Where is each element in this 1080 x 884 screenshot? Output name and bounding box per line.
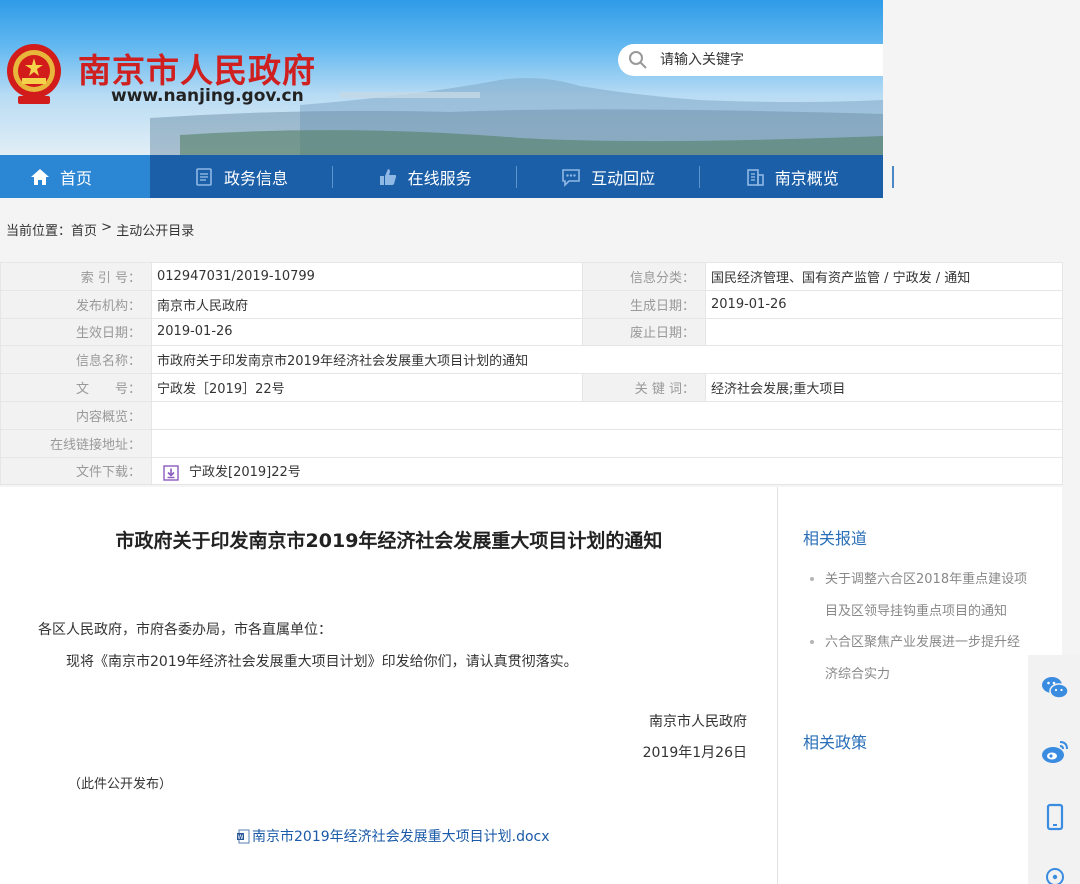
article-body: 现将《南京市2019年经济社会发展重大项目计划》印发给你们，请认真贯彻落实。 [66,654,578,670]
article-date: 2019年1月26日 [642,745,747,761]
created-date-label: 生成日期： [582,289,706,319]
word-doc-icon: W [237,829,250,843]
related-reports-heading[interactable]: 相关报道 [803,525,867,549]
nav-nanjing-overview[interactable]: 南京概览 [700,155,883,198]
related-reports-list: 关于调整六合区2018年重点建设项目及区领导挂钩重点项目的通知 六合区聚焦产业发… [807,564,1031,690]
download-link[interactable]: 宁政发[2019]22号 [189,465,301,480]
breadcrumb: 当前位置： 首页 > 主动公开目录 [6,220,194,239]
index-label: 索 引 号： [0,262,152,291]
nav-divider [892,166,894,188]
publisher-label: 发布机构： [0,289,152,319]
table-row: 生效日期： 2019-01-26 废止日期： [0,317,1063,347]
search-input[interactable] [660,52,870,68]
content-card: 市政府关于印发南京市2019年经济社会发展重大项目计划的通知 各区人民政府，市府… [0,487,1062,884]
online-link-value [151,428,1063,458]
mobile-icon[interactable] [1041,803,1069,831]
nav-label: 政务信息 [224,168,289,188]
article-greeting: 各区人民政府，市府各委办局，市各直属单位： [38,622,332,638]
national-emblem-icon [7,44,61,104]
document-info-table: 索 引 号： 012947031/2019-10799 信息分类： 国民经济管理… [0,262,1063,486]
nav-label: 南京概览 [774,168,839,188]
table-row: 文件下载： 宁政发[2019]22号 [0,456,1063,486]
download-label: 文件下载： [0,456,152,486]
keywords-value: 经济社会发展;重大项目 [705,373,1063,402]
weibo-icon[interactable] [1041,739,1069,765]
wechat-icon[interactable] [1041,675,1069,701]
breadcrumb-prefix: 当前位置： [6,224,72,239]
info-name-value: 市政府关于印发南京市2019年经济社会发展重大项目计划的通知 [151,345,1063,375]
download-icon[interactable] [163,465,179,481]
breadcrumb-separator: > [97,220,117,235]
site-url: www.nanjing.gov.cn [111,86,304,106]
index-value: 012947031/2019-10799 [151,262,583,291]
keywords-label: 关 键 词： [582,373,706,402]
site-title: 南京市人民政府 [78,51,316,90]
article-note: （此件公开发布） [68,777,173,792]
location-icon[interactable] [1041,865,1069,884]
table-row: 索 引 号： 012947031/2019-10799 信息分类： 国民经济管理… [0,262,1063,291]
home-icon [31,168,49,185]
nav-label: 首页 [60,168,93,188]
effective-date-label: 生效日期： [0,317,152,347]
nav-online-services[interactable]: 在线服务 [333,155,516,198]
doc-number-value: 宁政发［2019］22号 [151,373,583,402]
building-icon [746,168,764,186]
created-date-value: 2019-01-26 [705,289,1063,319]
online-link-label: 在线链接地址： [0,428,152,458]
attachment-name[interactable]: 南京市2019年经济社会发展重大项目计划.docx [252,826,550,846]
svg-text:W: W [238,834,244,841]
abolished-date-value [705,317,1063,347]
download-cell: 宁政发[2019]22号 [151,456,1063,486]
attachment-link[interactable]: W 南京市2019年经济社会发展重大项目计划.docx [236,826,550,846]
nav-interaction[interactable]: 互动回应 [517,155,700,198]
related-policy-heading[interactable]: 相关政策 [803,729,867,753]
search-icon[interactable] [628,50,648,70]
breadcrumb-current-link[interactable]: 主动公开目录 [116,220,194,239]
summary-label: 内容概览： [0,400,152,430]
list-item[interactable]: 六合区聚焦产业发展进一步提升经济综合实力 [807,627,1031,690]
table-row: 内容概览： [0,400,1063,430]
doc-number-label: 文 号： [0,373,152,402]
effective-date-value: 2019-01-26 [151,317,583,347]
nav-home[interactable]: 首页 [0,155,150,198]
table-row: 发布机构： 南京市人民政府 生成日期： 2019-01-26 [0,289,1063,319]
document-icon [196,167,212,186]
summary-value [151,400,1063,430]
site-banner: 南京市人民政府 www.nanjing.gov.cn [0,0,883,155]
share-toolbar [1028,655,1080,884]
article: 市政府关于印发南京市2019年经济社会发展重大项目计划的通知 各区人民政府，市府… [0,487,778,884]
table-row: 在线链接地址： [0,428,1063,458]
info-name-label: 信息名称： [0,345,152,375]
search-box[interactable] [618,44,883,76]
chat-icon [562,168,580,187]
list-item[interactable]: 关于调整六合区2018年重点建设项目及区领导挂钩重点项目的通知 [807,564,1031,627]
article-signature: 南京市人民政府 [649,714,747,730]
article-title: 市政府关于印发南京市2019年经济社会发展重大项目计划的通知 [115,530,663,552]
category-value: 国民经济管理、国有资产监管 / 宁政发 / 通知 [705,262,1063,291]
main-nav: 首页 政务信息 在线服务 互动回应 南京概览 [0,155,883,198]
category-label: 信息分类： [582,262,706,291]
table-row: 信息名称： 市政府关于印发南京市2019年经济社会发展重大项目计划的通知 [0,345,1063,375]
nav-government-info[interactable]: 政务信息 [150,155,333,198]
nav-label: 在线服务 [407,168,472,188]
thumbs-up-icon [379,168,396,185]
nav-label: 互动回应 [591,168,656,188]
abolished-date-label: 废止日期： [582,317,706,347]
breadcrumb-home-link[interactable]: 首页 [71,220,97,239]
table-row: 文 号： 宁政发［2019］22号 关 键 词： 经济社会发展;重大项目 [0,373,1063,402]
publisher-value: 南京市人民政府 [151,289,583,319]
